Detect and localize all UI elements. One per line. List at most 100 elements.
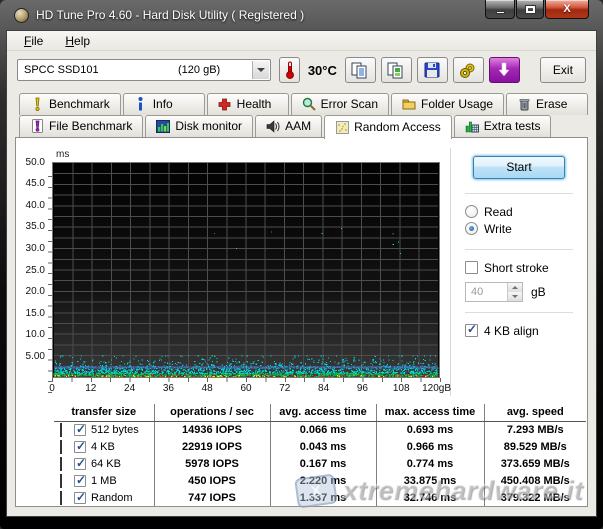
table-row: 64 KB 5978 IOPS 0.167 ms 0.774 ms 373.65… bbox=[54, 455, 586, 472]
series-color-swatch bbox=[60, 457, 62, 471]
minimize-icon bbox=[496, 11, 505, 14]
close-button[interactable]: X bbox=[545, 0, 589, 19]
download-button[interactable] bbox=[489, 57, 520, 83]
tab-folder-usage[interactable]: Folder Usage bbox=[391, 93, 504, 115]
exclamation-yellow-icon bbox=[30, 97, 44, 111]
tab-label: AAM bbox=[285, 119, 311, 133]
tab-label: Info bbox=[153, 97, 173, 111]
col-header-transfer-size: transfer size bbox=[54, 404, 154, 422]
options-button[interactable] bbox=[453, 57, 484, 83]
scatter-icon bbox=[335, 120, 349, 134]
tab-random-access[interactable]: Random Access bbox=[324, 115, 452, 139]
table-row: Random 747 IOPS 1.337 ms 32.746 ms 379.3… bbox=[54, 489, 586, 506]
series-checkbox[interactable] bbox=[74, 475, 86, 487]
series-label: Random bbox=[91, 492, 133, 504]
tab-info[interactable]: Info bbox=[123, 93, 205, 115]
thermometer-icon bbox=[285, 60, 295, 80]
close-icon: X bbox=[563, 3, 570, 15]
ops-value: 14936 IOPS bbox=[154, 421, 270, 438]
ops-value: 747 IOPS bbox=[154, 489, 270, 506]
copy-image-button[interactable] bbox=[381, 57, 412, 83]
save-button[interactable] bbox=[417, 57, 448, 83]
tab-health[interactable]: Health bbox=[207, 93, 289, 115]
col-header-operations: operations / sec bbox=[154, 404, 270, 422]
menu-item-help[interactable]: Help bbox=[56, 32, 99, 50]
col-header-avg-speed: avg. speed bbox=[484, 404, 586, 422]
series-checkbox[interactable] bbox=[74, 424, 86, 436]
temperature-label: 30°C bbox=[308, 63, 337, 78]
series-label: 4 KB bbox=[91, 441, 115, 453]
exit-button[interactable]: Exit bbox=[540, 57, 586, 83]
health-cross-icon bbox=[218, 97, 232, 111]
tab-erase[interactable]: Erase bbox=[506, 93, 588, 115]
access-time-chart: ms 50.045.040.035.030.025.020.015.010.05… bbox=[18, 148, 446, 396]
spinner-up-button[interactable] bbox=[508, 283, 522, 292]
drive-selector-dropdown[interactable] bbox=[252, 61, 269, 79]
table-row: 512 bytes 14936 IOPS 0.066 ms 0.693 ms 7… bbox=[54, 421, 586, 438]
series-label: 64 KB bbox=[91, 458, 121, 470]
max-access-value: 32.746 ms bbox=[376, 489, 484, 506]
tab-aam[interactable]: AAM bbox=[255, 115, 322, 137]
series-checkbox[interactable] bbox=[74, 458, 86, 470]
tab-label: Error Scan bbox=[321, 97, 378, 111]
drive-selector[interactable]: SPCC SSD101 (120 gB) bbox=[17, 59, 271, 81]
series-color-swatch bbox=[60, 491, 62, 505]
table-header-row: transfer size operations / sec avg. acce… bbox=[54, 404, 586, 422]
ops-value: 450 IOPS bbox=[154, 472, 270, 489]
y-axis-labels: 50.045.040.035.030.025.020.015.010.05.00 bbox=[18, 162, 52, 378]
avg-access-value: 0.043 ms bbox=[270, 438, 376, 455]
app-icon bbox=[14, 8, 29, 23]
tab-page-random-access: ms 50.045.040.035.030.025.020.015.010.05… bbox=[15, 137, 588, 508]
short-stroke-checkbox[interactable] bbox=[465, 261, 478, 274]
minimize-button[interactable] bbox=[485, 0, 515, 19]
temperature-button[interactable] bbox=[279, 57, 299, 83]
copy-text-button[interactable] bbox=[345, 57, 376, 83]
drive-capacity: (120 gB) bbox=[178, 64, 220, 76]
tab-disk-monitor[interactable]: Disk monitor bbox=[145, 115, 253, 137]
capacity-spinner[interactable]: 40 bbox=[465, 282, 523, 302]
read-radio[interactable] bbox=[465, 205, 478, 218]
tab-extra-tests[interactable]: Extra tests bbox=[454, 115, 552, 137]
x-tick-label: 48 bbox=[202, 383, 213, 394]
avg-speed-value: 7.293 MB/s bbox=[484, 421, 586, 438]
scatter-plot-area bbox=[52, 162, 440, 378]
tab-label: Extra tests bbox=[484, 119, 541, 133]
tab-file-benchmark[interactable]: File Benchmark bbox=[19, 115, 143, 137]
y-axis-ticks bbox=[48, 176, 52, 393]
x-tick-label: 24 bbox=[124, 383, 135, 394]
exclamation-purple-icon bbox=[30, 119, 44, 133]
speaker-icon bbox=[266, 119, 280, 133]
x-tick-label: 120gB bbox=[422, 383, 451, 394]
kb-align-checkbox[interactable] bbox=[465, 324, 478, 337]
folder-icon bbox=[402, 97, 416, 111]
tab-label: Folder Usage bbox=[421, 97, 493, 111]
app-window: HD Tune Pro 4.60 - Hard Disk Utility ( R… bbox=[0, 0, 603, 529]
series-checkbox[interactable] bbox=[74, 441, 86, 453]
read-radio-label: Read bbox=[484, 205, 513, 219]
avg-access-value: 1.337 ms bbox=[270, 489, 376, 506]
y-tick-label: 40.0 bbox=[26, 200, 45, 211]
info-icon bbox=[134, 97, 148, 111]
menu-item-file[interactable]: File bbox=[15, 32, 52, 50]
y-tick-label: 15.0 bbox=[26, 308, 45, 319]
start-button[interactable]: Start bbox=[473, 156, 565, 179]
spinner-down-button[interactable] bbox=[508, 292, 522, 301]
tab-benchmark[interactable]: Benchmark bbox=[19, 93, 121, 115]
results-table: transfer size operations / sec avg. acce… bbox=[54, 404, 586, 507]
series-label: 1 MB bbox=[91, 475, 117, 487]
write-radio[interactable] bbox=[465, 222, 478, 235]
write-radio-label: Write bbox=[484, 222, 512, 236]
y-tick-label: 50.0 bbox=[26, 157, 45, 168]
tab-label: File Benchmark bbox=[49, 119, 132, 133]
trash-icon bbox=[517, 97, 531, 111]
magnifier-icon bbox=[302, 97, 316, 111]
copy-image-icon bbox=[387, 62, 405, 79]
tab-error-scan[interactable]: Error Scan bbox=[291, 93, 389, 115]
max-access-value: 0.693 ms bbox=[376, 421, 484, 438]
avg-speed-value: 373.659 MB/s bbox=[484, 455, 586, 472]
maximize-button[interactable] bbox=[516, 0, 544, 19]
table-row: 4 KB 22919 IOPS 0.043 ms 0.966 ms 89.529… bbox=[54, 438, 586, 455]
ops-value: 5978 IOPS bbox=[154, 455, 270, 472]
col-header-max-access: max. access time bbox=[376, 404, 484, 422]
series-checkbox[interactable] bbox=[74, 492, 86, 504]
